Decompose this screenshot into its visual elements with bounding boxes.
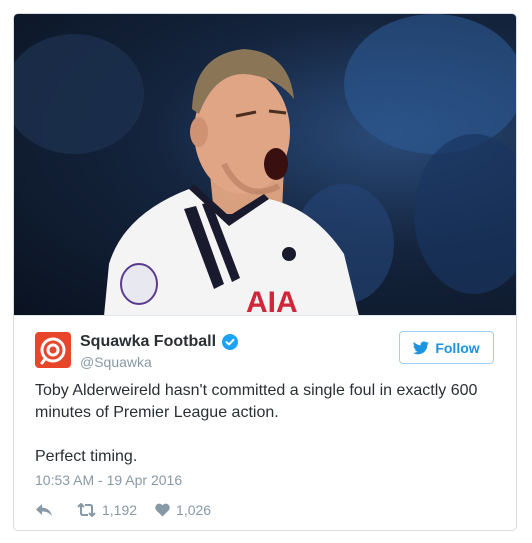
like-button[interactable]: 1,026 xyxy=(155,502,211,518)
heart-icon xyxy=(155,503,170,517)
follow-button-label: Follow xyxy=(435,339,480,356)
retweet-count: 1,192 xyxy=(102,502,138,518)
tweet-header: Squawka Football @Squawka Follow xyxy=(14,329,516,379)
embedded-tweet-card: AIA Squawka Football @Squawka Follow Tob… xyxy=(13,13,517,531)
like-count: 1,026 xyxy=(176,502,212,518)
reply-icon xyxy=(36,504,52,516)
jersey-sponsor-text: AIA xyxy=(246,286,298,316)
tweet-text-line: Perfect timing. xyxy=(35,448,138,465)
player-photo-icon: AIA xyxy=(14,14,516,316)
follow-button[interactable]: Follow xyxy=(399,331,494,364)
author-name-row: Squawka Football xyxy=(80,333,239,351)
tweet-actions: 1,192 1,026 xyxy=(35,502,211,518)
retweet-icon xyxy=(77,503,96,517)
twitter-bird-icon xyxy=(413,341,430,354)
verified-badge-icon xyxy=(222,334,239,350)
tweet-photo[interactable]: AIA xyxy=(14,14,516,316)
squawka-logo-icon[interactable] xyxy=(35,332,71,368)
author-handle[interactable]: @Squawka xyxy=(80,354,152,370)
tweet-text-line: Toby Alderweireld hasn't committed a sin… xyxy=(35,382,478,421)
author-name[interactable]: Squawka Football xyxy=(80,333,216,351)
tweet-text: Toby Alderweireld hasn't committed a sin… xyxy=(35,380,497,468)
tweet-timestamp[interactable]: 10:53 AM - 19 Apr 2016 xyxy=(35,472,182,488)
reply-button[interactable] xyxy=(35,503,77,517)
retweet-button[interactable]: 1,192 xyxy=(77,502,137,518)
